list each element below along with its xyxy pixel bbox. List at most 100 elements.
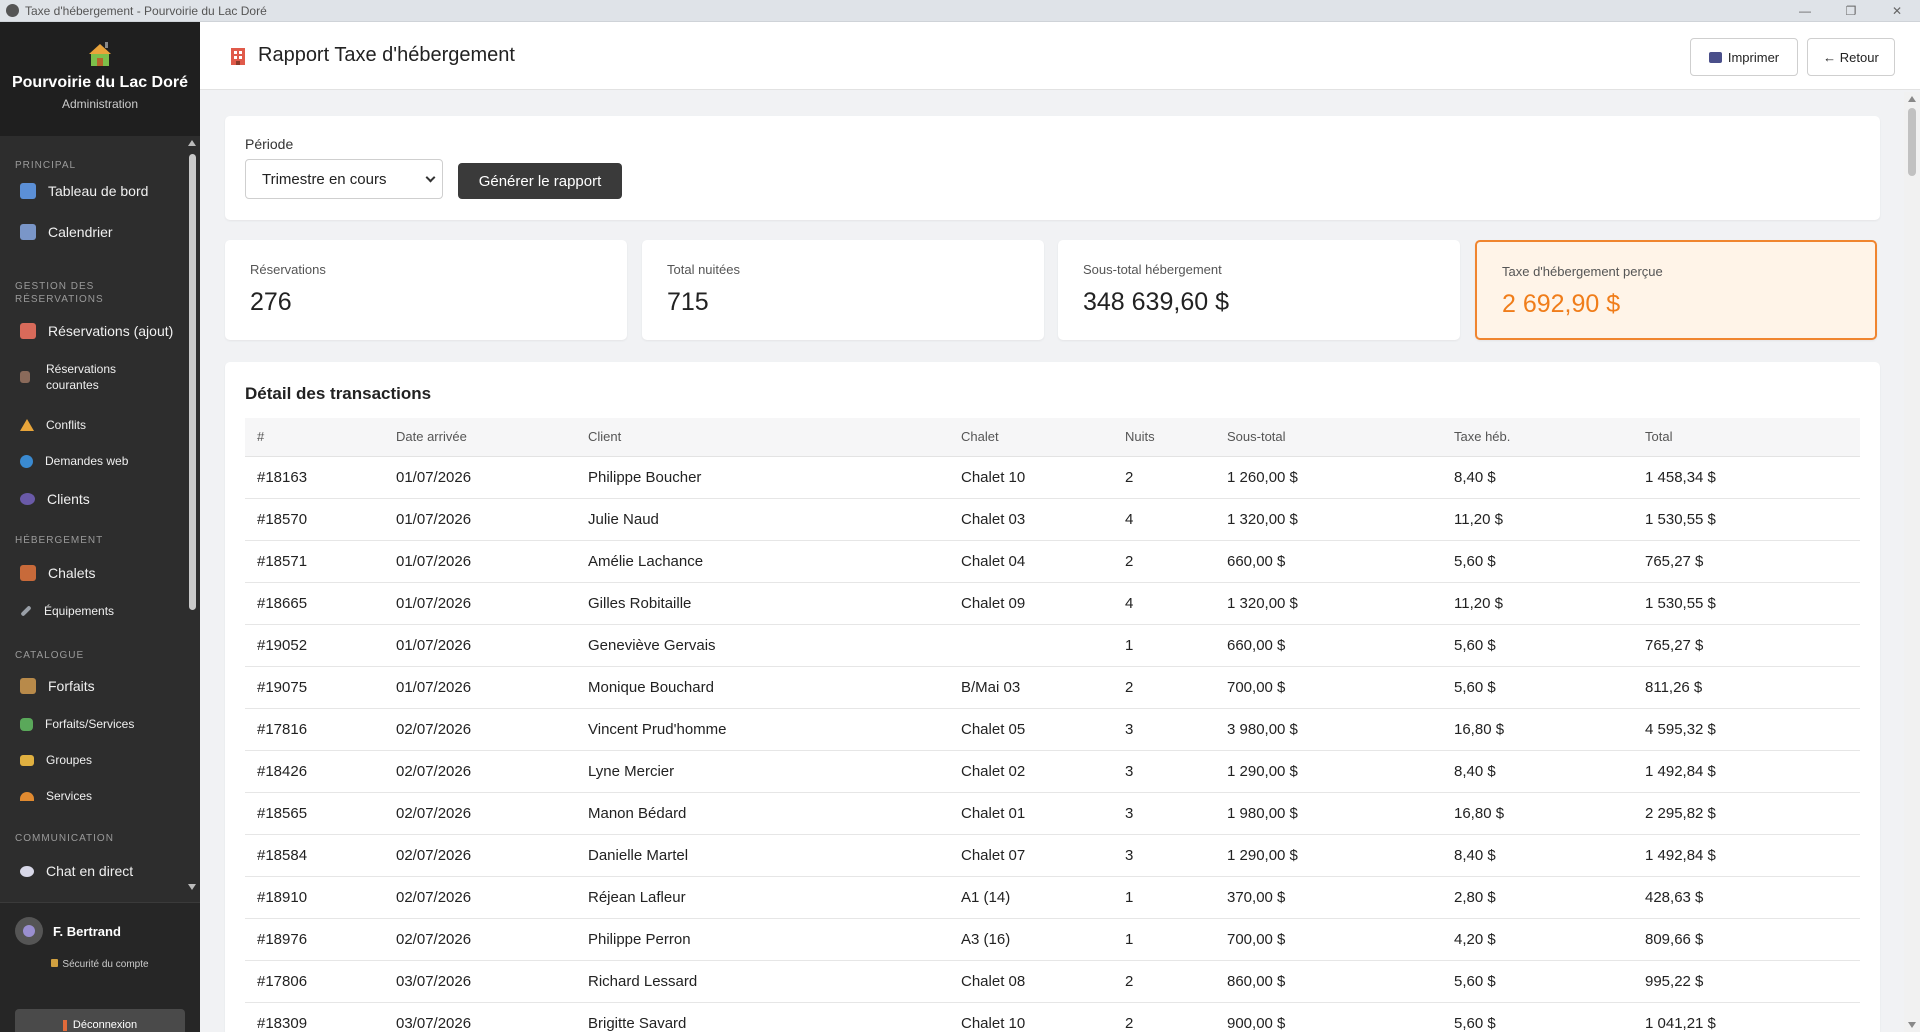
cell-chalet: Chalet 04	[949, 540, 1113, 583]
transactions-table: # Date arrivée Client Chalet Nuits Sous-…	[245, 418, 1860, 1032]
cell-chalet	[949, 624, 1113, 667]
sidebar-scrollbar[interactable]	[186, 136, 198, 894]
cell-subtotal: 1 320,00 $	[1215, 498, 1442, 541]
stat-value: 276	[250, 288, 292, 316]
cell-chalet: Chalet 05	[949, 708, 1113, 751]
cell-date: 02/07/2026	[384, 876, 576, 919]
minimize-icon[interactable]: —	[1782, 0, 1828, 22]
cell-tax: 4,20 $	[1442, 918, 1633, 961]
cell-client: Gilles Robitaille	[576, 582, 949, 625]
table-row[interactable]: #18565 02/07/2026 Manon Bédard Chalet 01 3 1 …	[245, 792, 1860, 835]
table-row[interactable]: #19052 01/07/2026 Geneviève Gervais 1 660,00…	[245, 624, 1860, 667]
table-row[interactable]: #18571 01/07/2026 Amélie Lachance Chalet 04…	[245, 540, 1860, 583]
sidebar-item-chalets[interactable]: Chalets	[0, 560, 95, 586]
cell-total: 1 530,55 $	[1633, 582, 1860, 625]
sidebar-item-label: Groupes	[46, 753, 93, 767]
table-row[interactable]: #18665 01/07/2026 Gilles Robitaille Chalet …	[245, 582, 1860, 625]
cell-date: 01/07/2026	[384, 540, 576, 583]
sidebar-item-label: Chat en direct	[46, 863, 134, 879]
sidebar-item-chat[interactable]: Chat en direct	[0, 858, 133, 884]
cell-nights: 4	[1113, 498, 1215, 541]
period-select[interactable]: Trimestre en cours	[245, 159, 443, 199]
close-icon[interactable]: ✕	[1874, 0, 1920, 22]
scroll-down-icon[interactable]	[188, 884, 196, 890]
folder-icon	[20, 754, 34, 766]
sidebar-item-clients[interactable]: Clients	[0, 486, 90, 512]
sidebar-item-label: Réservations (ajout)	[48, 323, 174, 339]
sidebar-item-reservations-add[interactable]: Réservations (ajout)	[0, 318, 173, 344]
stat-label: Total nuitées	[667, 262, 740, 277]
table-row[interactable]: #19075 01/07/2026 Monique Bouchard B/Mai 03…	[245, 666, 1860, 709]
cell-tax: 5,60 $	[1442, 960, 1633, 1003]
lock-icon	[51, 959, 59, 967]
cell-id: #18665	[245, 582, 384, 625]
cell-chalet: B/Mai 03	[949, 666, 1113, 709]
cell-nights: 3	[1113, 708, 1215, 751]
sidebar-item-label: Forfaits/Services	[45, 717, 135, 731]
table-row[interactable]: #18426 02/07/2026 Lyne Mercier Chalet 02 3 1 …	[245, 750, 1860, 793]
cell-total: 1 458,34 $	[1633, 456, 1860, 499]
stat-card-reservations: Réservations 276	[225, 240, 627, 340]
cell-tax: 8,40 $	[1442, 456, 1633, 499]
sidebar-item-packages-services[interactable]: Forfaits/Services	[0, 711, 134, 737]
restore-icon[interactable]: ❐	[1828, 0, 1874, 22]
sidebar-item-conflicts[interactable]: Conflits	[0, 412, 86, 438]
scroll-up-icon[interactable]	[188, 140, 196, 146]
scroll-down-icon[interactable]	[1908, 1022, 1916, 1028]
cell-tax: 11,20 $	[1442, 582, 1633, 625]
cell-nights: 1	[1113, 624, 1215, 667]
logout-button[interactable]: Déconnexion	[15, 1009, 185, 1032]
cell-subtotal: 3 980,00 $	[1215, 708, 1442, 751]
back-button[interactable]: ← Retour	[1807, 38, 1895, 76]
cell-nights: 3	[1113, 834, 1215, 877]
table-row[interactable]: #18309 03/07/2026 Brigitte Savard Chalet 10…	[245, 1002, 1860, 1032]
cell-subtotal: 860,00 $	[1215, 960, 1442, 1003]
sidebar-item-dashboard[interactable]: Tableau de bord	[0, 178, 148, 204]
cell-total: 765,27 $	[1633, 624, 1860, 667]
cell-total: 1 530,55 $	[1633, 498, 1860, 541]
cell-id: #18565	[245, 792, 384, 835]
app-icon	[6, 4, 19, 17]
cell-id: #18976	[245, 918, 384, 961]
table-row[interactable]: #17816 02/07/2026 Vincent Prud'homme Chalet…	[245, 708, 1860, 751]
cell-id: #17816	[245, 708, 384, 751]
table-row[interactable]: #17806 03/07/2026 Richard Lessard Chalet 08…	[245, 960, 1860, 1003]
table-row[interactable]: #18163 01/07/2026 Philippe Boucher Chalet 1…	[245, 456, 1860, 499]
cell-subtotal: 1 290,00 $	[1215, 750, 1442, 793]
table-row[interactable]: #18976 02/07/2026 Philippe Perron A3 (16) 1 7…	[245, 918, 1860, 961]
scroll-up-icon[interactable]	[1908, 96, 1916, 102]
cell-client: Réjean Lafleur	[576, 876, 949, 919]
cell-date: 01/07/2026	[384, 456, 576, 499]
cell-nights: 2	[1113, 960, 1215, 1003]
sidebar-item-calendar[interactable]: Calendrier	[0, 219, 113, 245]
generate-report-button[interactable]: Générer le rapport	[458, 163, 622, 199]
cell-total: 2 295,82 $	[1633, 792, 1860, 835]
sidebar-item-web-requests[interactable]: Demandes web	[0, 448, 128, 474]
cell-client: Amélie Lachance	[576, 540, 949, 583]
sidebar-item-groups[interactable]: Groupes	[0, 747, 92, 773]
cell-subtotal: 370,00 $	[1215, 876, 1442, 919]
cell-date: 01/07/2026	[384, 582, 576, 625]
main-scrollbar[interactable]	[1904, 92, 1920, 1032]
sidebar-scroll-thumb[interactable]	[189, 154, 196, 610]
cell-client: Lyne Mercier	[576, 750, 949, 793]
main-scroll-thumb[interactable]	[1908, 108, 1916, 176]
cell-subtotal: 700,00 $	[1215, 666, 1442, 709]
cell-date: 02/07/2026	[384, 792, 576, 835]
print-button[interactable]: Imprimer	[1690, 38, 1798, 76]
sidebar-item-equipment[interactable]: Équipements	[0, 598, 114, 624]
table-row[interactable]: #18910 02/07/2026 Réjean Lafleur A1 (14) 1 37…	[245, 876, 1860, 919]
table-row[interactable]: #18570 01/07/2026 Julie Naud Chalet 03 4 1 32…	[245, 498, 1860, 541]
sidebar-footer: F. Bertrand Sécurité du compte Déconnexi…	[0, 902, 200, 1032]
sidebar-item-services[interactable]: Services	[0, 783, 92, 809]
hotel-icon	[228, 46, 248, 66]
package-icon	[20, 678, 36, 694]
table-row[interactable]: #18584 02/07/2026 Danielle Martel Chalet 07…	[245, 834, 1860, 877]
sidebar-item-packages[interactable]: Forfaits	[0, 673, 95, 699]
sidebar-item-label: Chalets	[48, 565, 96, 581]
sidebar-item-reservations-current[interactable]: Réservations courantes	[0, 360, 136, 394]
cell-id: #18163	[245, 456, 384, 499]
account-security-link[interactable]: Sécurité du compte	[0, 959, 200, 970]
cell-tax: 5,60 $	[1442, 1002, 1633, 1032]
user-profile[interactable]: F. Bertrand	[0, 903, 200, 945]
